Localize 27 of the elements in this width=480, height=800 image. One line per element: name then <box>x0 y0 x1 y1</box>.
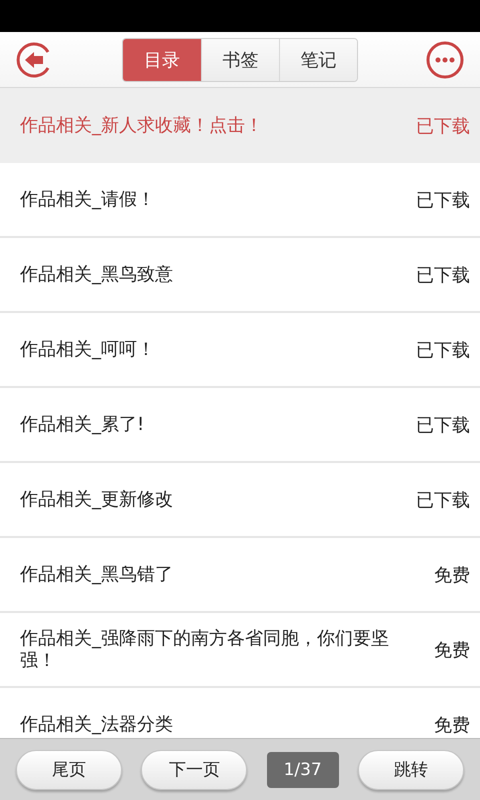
chapter-title: 作品相关_呵呵！ <box>20 338 155 360</box>
page-indicator: 1/37 <box>266 752 339 788</box>
last-page-button[interactable]: 尾页 <box>16 750 122 790</box>
download-status: 已下载 <box>416 264 470 286</box>
download-status: 免费 <box>434 714 470 736</box>
jump-button[interactable]: 跳转 <box>358 750 464 790</box>
download-status: 已下载 <box>416 188 470 212</box>
download-status: 已下载 <box>416 114 470 138</box>
chapter-title: 作品相关_黑鸟致意 <box>20 264 173 286</box>
chapter-title: 作品相关_累了! <box>20 414 144 436</box>
chapter-title: 作品相关_黑鸟错了 <box>20 564 173 586</box>
chapter-title: 作品相关_请假！ <box>20 188 155 210</box>
chapter-title: 作品相关_更新修改 <box>20 488 173 510</box>
chapter-title: 作品相关_法器分类 <box>20 714 173 736</box>
tab[interactable]: 书签 <box>201 38 279 80</box>
download-status: 已下载 <box>416 338 470 362</box>
tab[interactable]: 笔记 <box>279 38 357 80</box>
download-status: 免费 <box>434 638 470 662</box>
chapter-title: 作品相关_强降雨下的南方各省同胞，你们要坚强！ <box>20 628 390 672</box>
download-status: 免费 <box>434 564 470 586</box>
chapter-row[interactable]: 作品相关_新人求收藏！点击！ 已下载 <box>0 88 480 163</box>
more-icon[interactable] <box>425 40 465 80</box>
download-status: 已下载 <box>416 488 470 512</box>
chapter-title: 作品相关_新人求收藏！点击！ <box>20 114 263 136</box>
download-status: 已下载 <box>416 414 470 436</box>
next-page-button[interactable]: 下一页 <box>141 750 248 790</box>
tab[interactable]: 目录 <box>123 38 201 80</box>
